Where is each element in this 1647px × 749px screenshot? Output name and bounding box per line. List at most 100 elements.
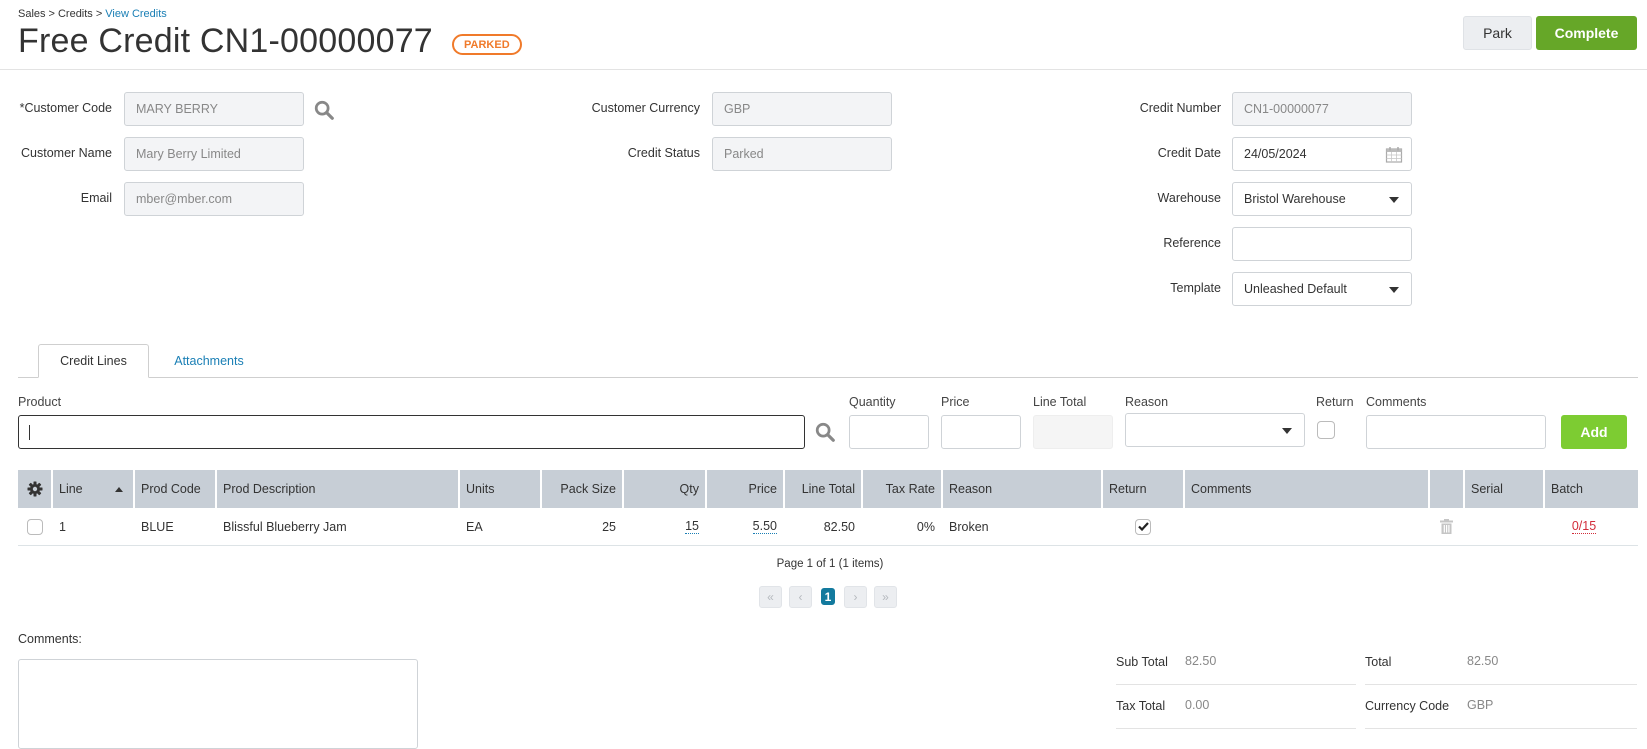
column-header-units[interactable]: Units <box>460 470 542 508</box>
customer-currency-value: GBP <box>724 102 751 116</box>
tab-attachments[interactable]: Attachments <box>150 344 268 378</box>
column-label: Prod Description <box>223 482 316 496</box>
header-divider <box>0 69 1647 70</box>
column-header-serial[interactable]: Serial <box>1465 470 1545 508</box>
email-field[interactable]: mber@mber.com <box>124 182 304 216</box>
row-select-checkbox[interactable] <box>26 518 43 535</box>
price-editable[interactable]: 5.50 <box>752 519 777 534</box>
pager-next-button[interactable]: › <box>844 586 867 608</box>
column-settings[interactable] <box>18 470 53 508</box>
customer-name-label: Customer Name <box>21 146 112 160</box>
warehouse-select[interactable]: Bristol Warehouse <box>1232 182 1412 216</box>
breadcrumb-view-credits[interactable]: View Credits <box>105 8 167 20</box>
cell-return <box>1103 508 1185 545</box>
column-label: Serial <box>1471 482 1503 496</box>
column-header-return[interactable]: Return <box>1103 470 1185 508</box>
column-label: Units <box>466 482 495 496</box>
column-label: Line Total <box>801 482 855 496</box>
breadcrumb-sales[interactable]: Sales <box>18 8 46 20</box>
currency-code-value: GBP <box>1467 698 1494 712</box>
customer-name-field[interactable]: Mary Berry Limited <box>124 137 304 171</box>
pager-last-button[interactable]: » <box>874 586 897 608</box>
return-row-checkbox[interactable] <box>1135 518 1151 535</box>
pager-first-button[interactable]: « <box>759 586 782 608</box>
cell-line-total: 82.50 <box>823 519 855 534</box>
return-checkbox[interactable] <box>1317 421 1335 439</box>
quantity-label: Quantity <box>849 395 896 409</box>
column-header-qty[interactable]: Qty <box>624 470 707 508</box>
column-header-reason[interactable]: Reason <box>943 470 1103 508</box>
price-label: Price <box>941 395 970 409</box>
column-header-pack-size[interactable]: Pack Size <box>542 470 624 508</box>
breadcrumb-credits[interactable]: Credits <box>58 8 93 20</box>
price-input[interactable] <box>941 415 1021 449</box>
reference-field[interactable] <box>1232 227 1412 261</box>
batch-link[interactable]: 0/15 <box>1571 519 1597 534</box>
chevron-down-icon <box>1282 428 1292 434</box>
column-label: Batch <box>1551 482 1583 496</box>
cell-prod-code: BLUE <box>141 519 174 534</box>
customer-code-field[interactable]: MARY BERRY <box>124 92 304 126</box>
pager-prev-button[interactable]: ‹ <box>789 586 812 608</box>
column-header-tax-rate[interactable]: Tax Rate <box>863 470 943 508</box>
table-row[interactable]: 1 BLUE Blissful Blueberry Jam EA 25 15 5… <box>18 508 1638 546</box>
product-input[interactable] <box>18 415 805 449</box>
return-label: Return <box>1316 395 1354 409</box>
cell-serial <box>1465 508 1545 545</box>
trash-icon[interactable] <box>1440 519 1453 534</box>
template-select[interactable]: Unleashed Default <box>1232 272 1412 306</box>
grid-header: Line Prod Code Prod Description Units Pa… <box>18 470 1638 508</box>
cell-prod-description: Blissful Blueberry Jam <box>223 519 347 534</box>
warehouse-value: Bristol Warehouse <box>1244 192 1346 206</box>
tab-credit-lines[interactable]: Credit Lines <box>38 344 149 378</box>
add-button[interactable]: Add <box>1561 415 1627 449</box>
cell-tax-rate: 0% <box>916 519 935 534</box>
line-total-label: Line Total <box>1033 395 1087 409</box>
calendar-icon[interactable] <box>1385 146 1403 164</box>
park-button[interactable]: Park <box>1463 16 1532 50</box>
breadcrumb-separator: > <box>95 8 103 20</box>
chevron-down-icon <box>1389 197 1399 203</box>
comments-textarea[interactable] <box>18 659 418 749</box>
line-total-input <box>1033 415 1113 449</box>
cell-reason: Broken <box>949 519 989 534</box>
credit-status-value: Parked <box>724 147 764 161</box>
gear-icon[interactable] <box>27 481 43 497</box>
quantity-input[interactable] <box>849 415 929 449</box>
customer-search-icon[interactable] <box>313 99 335 121</box>
page-title: Free Credit CN1-00000077 <box>18 22 433 60</box>
column-header-line-total[interactable]: Line Total <box>785 470 863 508</box>
cell-pack-size: 25 <box>602 519 616 534</box>
pager-page-1[interactable]: 1 <box>821 588 835 605</box>
reason-label: Reason <box>1125 395 1169 409</box>
column-header-price[interactable]: Price <box>707 470 785 508</box>
column-label: Price <box>748 482 777 496</box>
comments-input[interactable] <box>1366 415 1546 449</box>
column-label: Comments <box>1191 482 1252 496</box>
credit-status-field[interactable]: Parked <box>712 137 892 171</box>
chevron-down-icon <box>1389 287 1399 293</box>
total-value: 82.50 <box>1467 654 1499 668</box>
column-header-prod-description[interactable]: Prod Description <box>217 470 460 508</box>
complete-button[interactable]: Complete <box>1536 16 1637 50</box>
sub-total-value: 82.50 <box>1185 654 1217 668</box>
column-label: Line <box>59 482 83 496</box>
totals-divider <box>1365 728 1637 729</box>
reason-select[interactable] <box>1125 413 1305 447</box>
pager-summary: Page 1 of 1 (1 items) <box>776 558 884 570</box>
column-header-line[interactable]: Line <box>53 470 135 508</box>
product-search-icon[interactable] <box>814 421 836 443</box>
email-label: Email <box>80 191 112 205</box>
credit-date-field[interactable]: 24/05/2024 <box>1232 137 1412 171</box>
column-header-prod-code[interactable]: Prod Code <box>135 470 217 508</box>
cell-units: EA <box>466 519 483 534</box>
column-header-batch[interactable]: Batch <box>1545 470 1625 508</box>
qty-editable[interactable]: 15 <box>685 519 699 534</box>
customer-name-value: Mary Berry Limited <box>136 147 241 161</box>
column-label: Return <box>1109 482 1147 496</box>
sort-ascending-icon <box>115 487 123 492</box>
customer-currency-field[interactable]: GBP <box>712 92 892 126</box>
column-header-comments[interactable]: Comments <box>1185 470 1430 508</box>
credit-number-field[interactable]: CN1-00000077 <box>1232 92 1412 126</box>
checkmark-icon <box>1137 522 1149 531</box>
